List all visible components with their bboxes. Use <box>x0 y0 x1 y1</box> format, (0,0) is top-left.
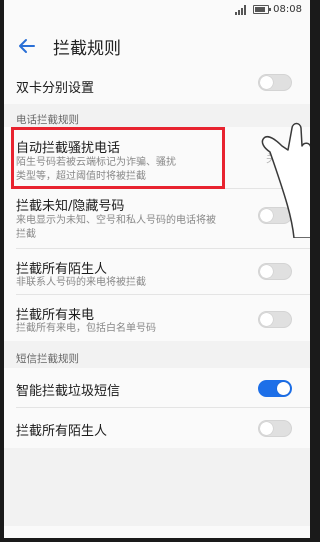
screen: 08:08 拦截规则 双卡分别设置 电话拦截规则 自动拦截骚扰电话 陌生号码若被… <box>4 0 310 538</box>
back-arrow-icon[interactable] <box>17 36 37 56</box>
dual-sim-row[interactable]: 双卡分别设置 <box>4 70 310 104</box>
status-icons: 08:08 <box>235 4 302 15</box>
block-strangers-sms-label: 拦截所有陌生人 <box>16 424 108 439</box>
section-call-rules: 电话拦截规则 <box>16 114 79 126</box>
section-sms-rules: 短信拦截规则 <box>16 353 79 365</box>
page-title: 拦截规则 <box>53 38 121 59</box>
smart-spam-row[interactable]: 智能拦截垃圾短信 <box>4 368 310 408</box>
block-strangers-call-toggle[interactable] <box>258 263 292 280</box>
dual-sim-toggle[interactable] <box>258 74 292 91</box>
smart-spam-label: 智能拦截垃圾短信 <box>16 384 121 399</box>
dual-sim-label: 双卡分别设置 <box>16 81 95 96</box>
pointing-hand-icon <box>261 122 310 238</box>
block-strangers-call-row[interactable]: 拦截所有陌生人 非联系人号码的来电将被拦截 <box>4 249 310 295</box>
block-unknown-desc-2: 拦截 <box>16 229 36 240</box>
smart-spam-toggle[interactable] <box>258 380 292 397</box>
block-unknown-label: 拦截未知/隐藏号码 <box>16 199 125 214</box>
red-highlight-box <box>11 127 225 189</box>
bottom-bar <box>4 526 310 538</box>
battery-icon <box>253 5 272 14</box>
status-time: 08:08 <box>273 4 302 15</box>
signal-icon <box>235 4 249 15</box>
block-all-calls-desc: 拦截所有来电，包括白名单号码 <box>16 323 156 334</box>
app-bar: 拦截规则 <box>4 22 310 70</box>
block-strangers-sms-row[interactable]: 拦截所有陌生人 <box>4 408 310 448</box>
block-strangers-call-desc: 非联系人号码的来电将被拦截 <box>16 277 146 288</box>
block-all-calls-row[interactable]: 拦截所有来电 拦截所有来电，包括白名单号码 <box>4 295 310 341</box>
block-all-calls-toggle[interactable] <box>258 311 292 328</box>
block-unknown-desc-1: 来电显示为未知、空号和私人号码的电话将被 <box>16 215 216 226</box>
block-strangers-sms-toggle[interactable] <box>258 420 292 437</box>
status-bar: 08:08 <box>4 0 310 22</box>
